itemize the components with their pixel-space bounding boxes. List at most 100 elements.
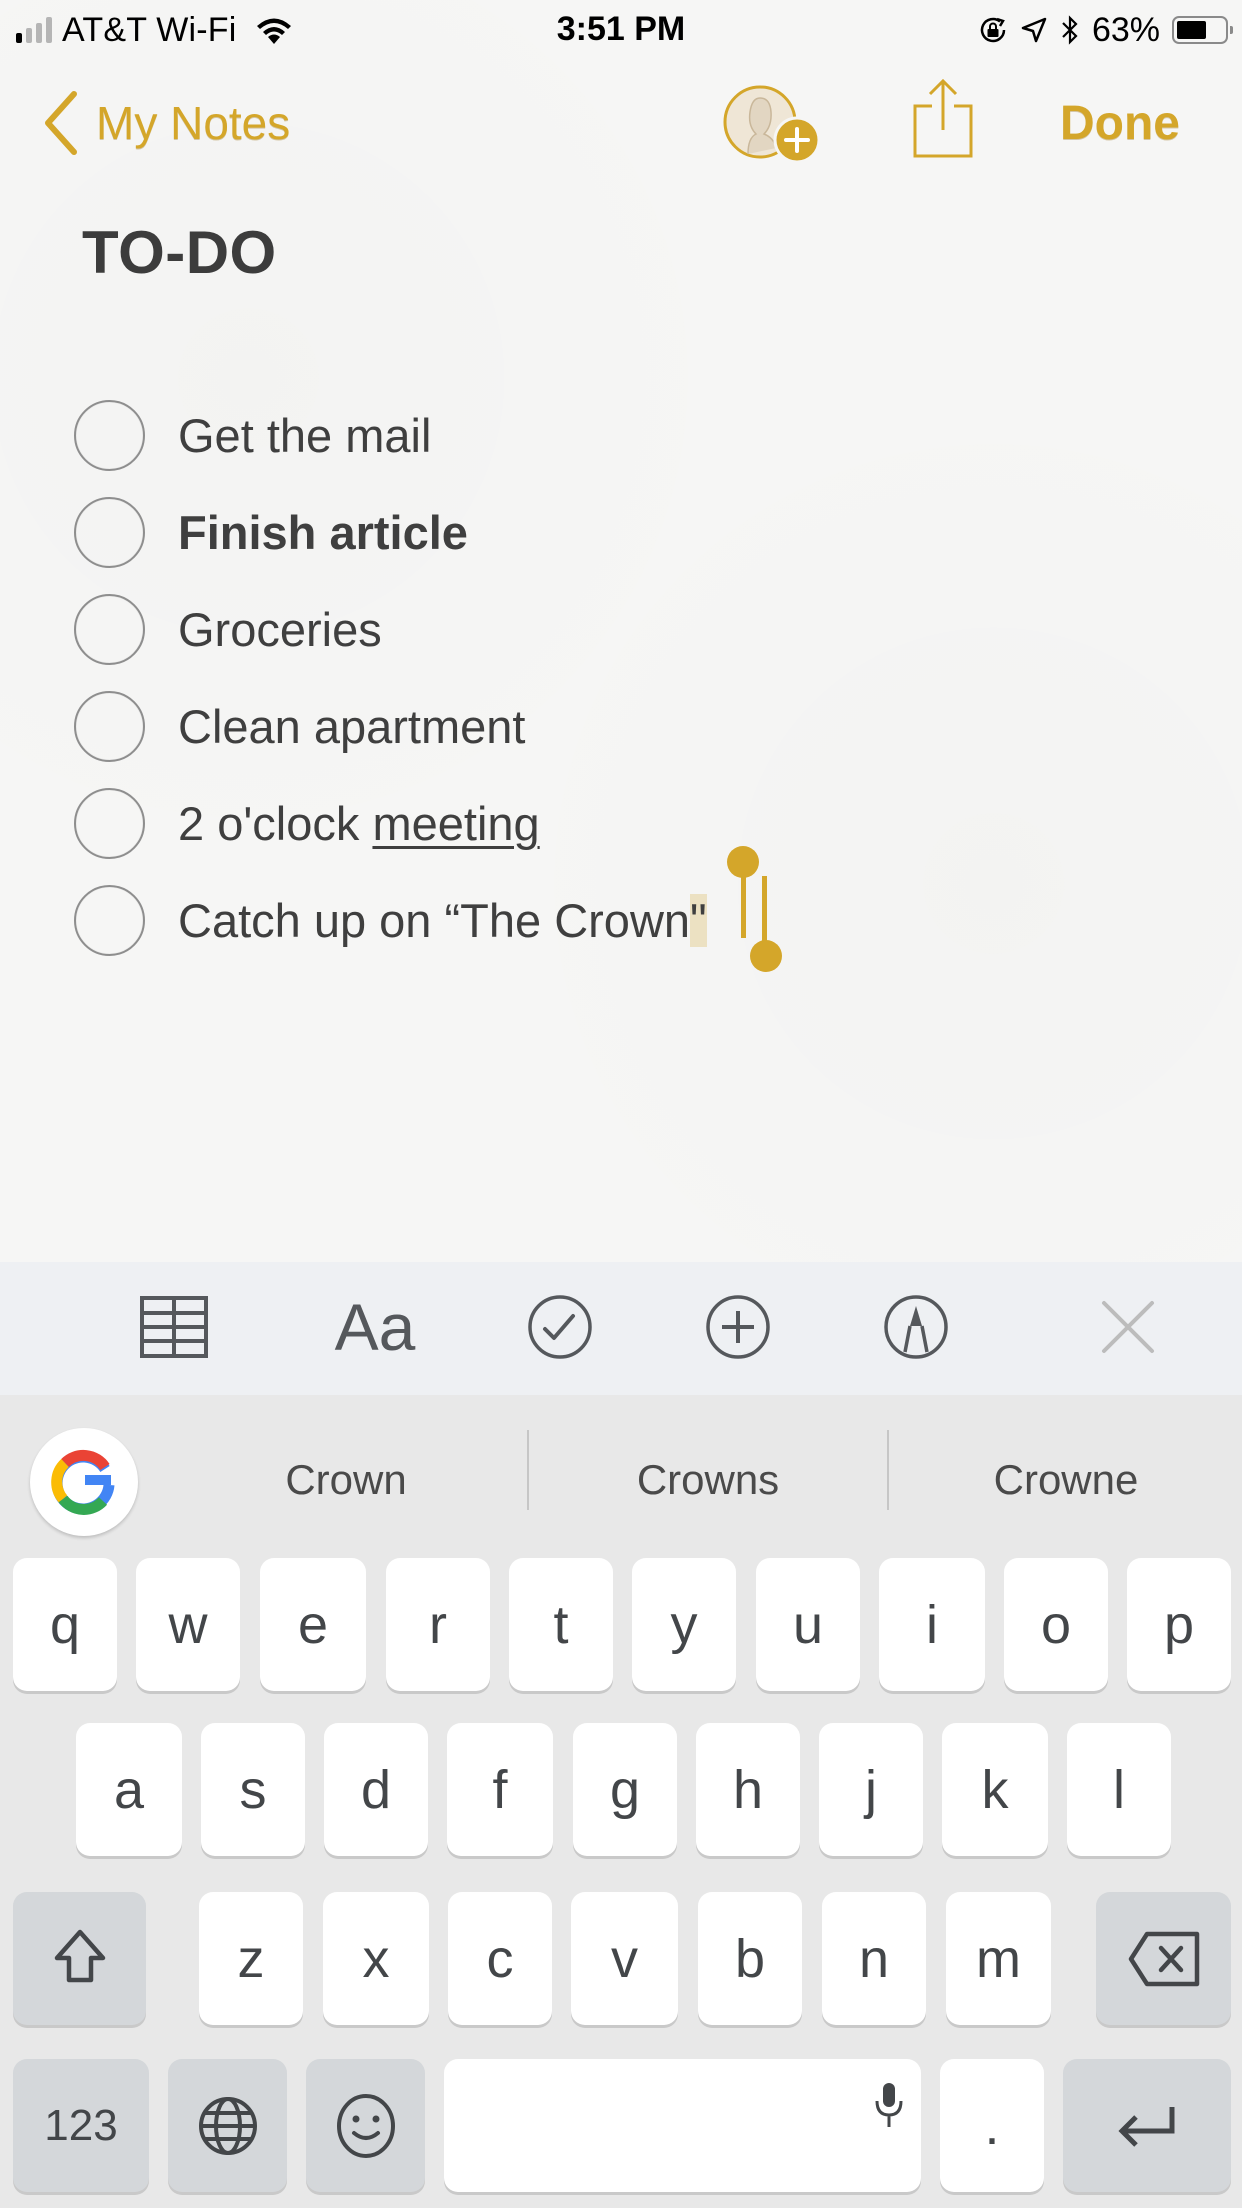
checklist-item: Get the mail	[0, 388, 1242, 485]
checklist-button[interactable]	[526, 1292, 594, 1362]
key-s[interactable]: s	[201, 1723, 305, 1856]
key-n[interactable]: n	[822, 1892, 926, 2025]
checklist: Get the mail Finish article Groceries Cl…	[0, 388, 1242, 970]
backspace-key[interactable]	[1096, 1892, 1231, 2025]
key-e[interactable]: e	[260, 1558, 366, 1691]
shift-key[interactable]	[13, 1892, 146, 2025]
checklist-item: Clean apartment	[0, 679, 1242, 776]
google-g-icon	[51, 1449, 115, 1515]
space-key[interactable]	[444, 2059, 921, 2192]
key-o[interactable]: o	[1004, 1558, 1108, 1691]
add-icon	[706, 1295, 770, 1359]
selection-bar-start	[741, 862, 746, 938]
suggestion-divider	[887, 1430, 889, 1510]
key-r[interactable]: r	[386, 1558, 490, 1691]
text-style-button[interactable]: Aa	[325, 1290, 425, 1364]
battery-percent: 63%	[1091, 10, 1160, 49]
battery-icon	[1172, 16, 1233, 44]
checklist-item-text[interactable]: Groceries	[178, 600, 382, 660]
key-m[interactable]: m	[946, 1892, 1051, 2025]
checklist-item-text[interactable]: Clean apartment	[178, 697, 525, 757]
key-z[interactable]: z	[199, 1892, 303, 2025]
text-style-icon: Aa	[334, 1290, 416, 1364]
checkbox-circle[interactable]	[74, 400, 145, 471]
return-icon	[1118, 2106, 1175, 2147]
suggestion-bar: Crown Crowns Crowne	[0, 1395, 1242, 1555]
checkbox-circle[interactable]	[74, 885, 145, 956]
key-l[interactable]: l	[1067, 1723, 1171, 1856]
checklist-item-text[interactable]: Catch up on “The Crown"	[178, 891, 707, 951]
key-f[interactable]: f	[447, 1723, 553, 1856]
numbers-key[interactable]: 123	[13, 2059, 149, 2192]
key-a[interactable]: a	[76, 1723, 182, 1856]
checklist-item: Catch up on “The Crown"	[0, 873, 1242, 970]
shift-icon	[54, 1929, 105, 1982]
globe-key[interactable]	[168, 2059, 287, 2192]
markup-button[interactable]	[882, 1292, 950, 1362]
key-i[interactable]: i	[879, 1558, 985, 1691]
key-v[interactable]: v	[571, 1892, 678, 2025]
back-button[interactable]: My Notes	[40, 90, 290, 156]
key-c[interactable]: c	[448, 1892, 552, 2025]
key-j[interactable]: j	[819, 1723, 923, 1856]
key-d[interactable]: d	[324, 1723, 428, 1856]
navigation-bar: My Notes Done	[0, 60, 1242, 190]
bluetooth-icon	[1062, 15, 1078, 45]
emoji-key[interactable]	[306, 2059, 425, 2192]
add-button[interactable]	[704, 1292, 772, 1362]
key-x[interactable]: x	[323, 1892, 429, 2025]
key-q[interactable]: q	[13, 1558, 117, 1691]
underlined-text: meeting	[372, 797, 540, 850]
suggestion-word[interactable]: Crown	[170, 1445, 522, 1515]
selected-text[interactable]: "	[690, 894, 707, 947]
return-key[interactable]	[1063, 2059, 1231, 2192]
checklist-icon	[528, 1295, 592, 1359]
table-icon	[140, 1296, 208, 1358]
emoji-icon	[336, 2093, 395, 2158]
period-key[interactable]: .	[940, 2059, 1044, 2192]
key-k[interactable]: k	[942, 1723, 1048, 1856]
checklist-item-text[interactable]: Get the mail	[178, 406, 431, 466]
key-b[interactable]: b	[698, 1892, 802, 2025]
globe-icon	[198, 2096, 257, 2155]
checklist-item-text[interactable]: 2 o'clock meeting	[178, 794, 540, 854]
microphone-icon[interactable]	[873, 2081, 905, 2129]
checklist-item: Groceries	[0, 582, 1242, 679]
suggestion-word[interactable]: Crowne	[890, 1445, 1242, 1515]
add-person-icon[interactable]	[722, 82, 826, 166]
checklist-item: 2 o'clock meeting	[0, 776, 1242, 873]
insert-table-button[interactable]	[138, 1292, 210, 1362]
formatting-toolbar: Aa	[0, 1262, 1242, 1395]
suggestion-word[interactable]: Crowns	[530, 1445, 886, 1515]
key-w[interactable]: w	[136, 1558, 240, 1691]
backspace-icon	[1128, 1931, 1199, 1986]
selection-handle-end[interactable]	[750, 940, 782, 972]
status-bar: AT&T Wi-Fi 3:51 PM 63%	[0, 0, 1242, 60]
keyboard: q w e r t y u i o p a s d f g h j k l z …	[0, 1555, 1242, 2208]
key-y[interactable]: y	[632, 1558, 736, 1691]
checkbox-circle[interactable]	[74, 691, 145, 762]
chevron-left-icon	[45, 91, 77, 155]
checkbox-circle[interactable]	[74, 594, 145, 665]
checklist-item: Finish article	[0, 485, 1242, 582]
google-logo[interactable]	[30, 1428, 138, 1536]
note-title[interactable]: TO-DO	[82, 218, 277, 287]
suggestion-divider	[527, 1430, 529, 1510]
markup-icon	[884, 1295, 948, 1359]
location-icon	[1021, 17, 1047, 43]
checkbox-circle[interactable]	[74, 497, 145, 568]
key-g[interactable]: g	[573, 1723, 677, 1856]
selection-bar-end	[762, 876, 767, 950]
key-p[interactable]: p	[1127, 1558, 1231, 1691]
key-u[interactable]: u	[756, 1558, 860, 1691]
checklist-item-text[interactable]: Finish article	[178, 503, 468, 563]
close-toolbar-button[interactable]	[1098, 1292, 1158, 1362]
done-button[interactable]: Done	[1060, 96, 1180, 151]
key-t[interactable]: t	[509, 1558, 613, 1691]
orientation-lock-icon	[980, 17, 1006, 43]
key-h[interactable]: h	[696, 1723, 800, 1856]
checkbox-circle[interactable]	[74, 788, 145, 859]
item-text-plain: 2 o'clock	[178, 797, 373, 850]
share-icon[interactable]	[910, 78, 976, 160]
item-text-plain: Catch up on “The Crown	[178, 894, 691, 947]
